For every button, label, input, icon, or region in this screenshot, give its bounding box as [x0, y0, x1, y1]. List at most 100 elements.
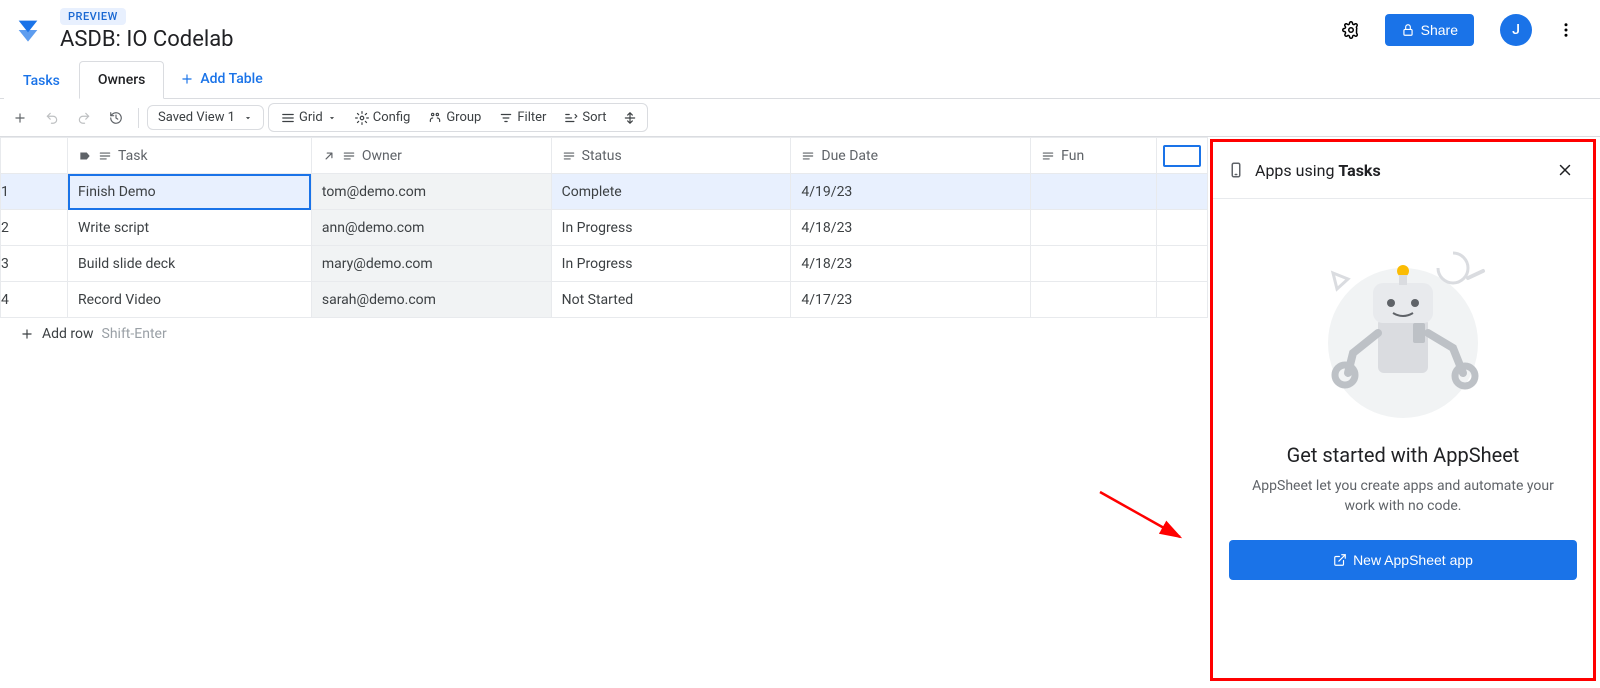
cell-due-date[interactable]: 4/17/23: [791, 282, 1031, 318]
table-header-row: Task Owner Status: [1, 138, 1208, 174]
text-icon: [1041, 149, 1055, 163]
user-avatar[interactable]: J: [1500, 14, 1532, 46]
gear-icon: [355, 111, 369, 125]
gear-icon: [1342, 21, 1360, 39]
table-row[interactable]: 2Write scriptann@demo.comIn Progress4/18…: [1, 210, 1208, 246]
chevron-down-icon: [243, 113, 253, 123]
text-icon: [562, 149, 576, 163]
settings-button[interactable]: [1333, 12, 1369, 48]
sort-icon: [564, 111, 578, 125]
table-row[interactable]: 3Build slide deckmary@demo.comIn Progres…: [1, 246, 1208, 282]
cell-fun[interactable]: [1031, 174, 1157, 210]
cell-status[interactable]: In Progress: [551, 246, 791, 282]
column-header-due-date[interactable]: Due Date: [791, 138, 1031, 174]
table-row[interactable]: 1Finish Demotom@demo.comComplete4/19/23: [1, 174, 1208, 210]
data-table: Task Owner Status: [0, 137, 1208, 318]
column-header-task[interactable]: Task: [68, 138, 312, 174]
label-icon: [78, 149, 92, 163]
cell-owner[interactable]: tom@demo.com: [311, 174, 551, 210]
share-button[interactable]: Share: [1385, 14, 1474, 46]
new-appsheet-app-button[interactable]: New AppSheet app: [1229, 540, 1577, 580]
row-number[interactable]: 3: [1, 246, 68, 282]
share-button-label: Share: [1421, 22, 1458, 38]
config-button[interactable]: Config: [347, 106, 419, 129]
cell-empty: [1157, 246, 1208, 282]
redo-icon: [77, 111, 91, 125]
cell-fun[interactable]: [1031, 210, 1157, 246]
row-number[interactable]: 4: [1, 282, 68, 318]
text-icon: [98, 149, 112, 163]
table-area: Task Owner Status: [0, 137, 1208, 685]
row-number[interactable]: 2: [1, 210, 68, 246]
cell-empty: [1157, 282, 1208, 318]
row-number[interactable]: 1: [1, 174, 68, 210]
cell-task[interactable]: Write script: [68, 210, 312, 246]
undo-button[interactable]: [38, 104, 66, 132]
panel-header: Apps using Tasks: [1213, 142, 1593, 199]
add-table-button[interactable]: Add Table: [164, 61, 278, 97]
cell-task[interactable]: Record Video: [68, 282, 312, 318]
cell-fun[interactable]: [1031, 246, 1157, 282]
group-button[interactable]: Group: [420, 106, 489, 129]
close-icon: [1556, 161, 1574, 179]
plus-icon: [13, 111, 27, 125]
cell-owner[interactable]: sarah@demo.com: [311, 282, 551, 318]
cell-empty: [1157, 210, 1208, 246]
column-header-fun[interactable]: Fun: [1031, 138, 1157, 174]
column-header-status[interactable]: Status: [551, 138, 791, 174]
preview-badge: PREVIEW: [60, 8, 126, 25]
cell-due-date[interactable]: 4/18/23: [791, 210, 1031, 246]
table-toolbar: Saved View 1 Grid Config Group Filter So…: [0, 99, 1600, 137]
cell-status[interactable]: Complete: [551, 174, 791, 210]
panel-description: AppSheet let you create apps and automat…: [1243, 477, 1563, 516]
row-height-button[interactable]: [617, 107, 643, 129]
plus-icon: [20, 327, 34, 341]
add-column-button[interactable]: [1157, 138, 1208, 174]
app-header: PREVIEW ASDB: IO Codelab Share J: [0, 0, 1600, 60]
cell-task[interactable]: Build slide deck: [68, 246, 312, 282]
page-title[interactable]: ASDB: IO Codelab: [60, 27, 234, 52]
filter-icon: [499, 111, 513, 125]
cell-owner[interactable]: mary@demo.com: [311, 246, 551, 282]
table-row[interactable]: 4Record Videosarah@demo.comNot Started4/…: [1, 282, 1208, 318]
mobile-icon: [1227, 161, 1245, 179]
cell-due-date[interactable]: 4/19/23: [791, 174, 1031, 210]
cell-owner[interactable]: ann@demo.com: [311, 210, 551, 246]
plus-icon: [180, 72, 194, 86]
add-row-button[interactable]: Add row Shift-Enter: [0, 318, 1208, 350]
history-icon: [109, 111, 123, 125]
grid-view-button[interactable]: Grid: [273, 106, 345, 129]
cell-status[interactable]: In Progress: [551, 210, 791, 246]
title-block: PREVIEW ASDB: IO Codelab: [60, 8, 234, 52]
tabs-bar: Tasks Owners Add Table: [0, 60, 1600, 99]
tab-tasks[interactable]: Tasks: [4, 62, 79, 99]
panel-heading: Get started with AppSheet: [1287, 443, 1520, 467]
add-button[interactable]: [6, 104, 34, 132]
cell-fun[interactable]: [1031, 282, 1157, 318]
group-icon: [428, 111, 442, 125]
cell-empty: [1157, 174, 1208, 210]
chevron-down-icon: [327, 113, 337, 123]
sort-button[interactable]: Sort: [556, 106, 614, 129]
column-header-owner[interactable]: Owner: [311, 138, 551, 174]
open-external-icon: [1333, 553, 1347, 567]
main-area: Task Owner Status: [0, 137, 1600, 685]
redo-button[interactable]: [70, 104, 98, 132]
saved-view-dropdown[interactable]: Saved View 1: [147, 105, 264, 130]
history-button[interactable]: [102, 104, 130, 132]
row-height-icon: [623, 111, 637, 125]
tab-owners[interactable]: Owners: [79, 61, 164, 99]
ref-arrow-icon: [322, 149, 336, 163]
apps-side-panel: Apps using Tasks: [1210, 139, 1596, 681]
filter-button[interactable]: Filter: [491, 106, 554, 129]
lock-icon: [1401, 23, 1415, 37]
cell-task[interactable]: Finish Demo: [68, 174, 312, 210]
row-number-header: [1, 138, 68, 174]
text-icon: [801, 149, 815, 163]
more-menu-button[interactable]: [1548, 12, 1584, 48]
cell-due-date[interactable]: 4/18/23: [791, 246, 1031, 282]
panel-title: Apps using Tasks: [1255, 161, 1381, 180]
grid-icon: [281, 111, 295, 125]
cell-status[interactable]: Not Started: [551, 282, 791, 318]
close-panel-button[interactable]: [1551, 156, 1579, 184]
